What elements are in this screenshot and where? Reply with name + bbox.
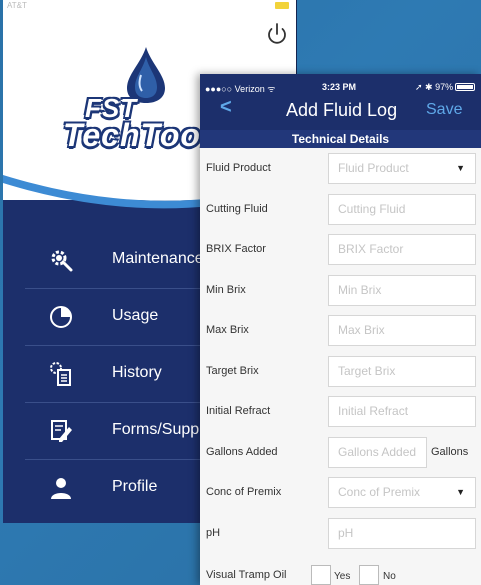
form-row-min-brix: Min Brix Min Brix [200, 272, 481, 313]
status-time: 3:23 PM [322, 82, 357, 92]
form-pencil-icon [51, 420, 72, 442]
conc-premix-select[interactable]: Conc of Premix ▼ [328, 477, 476, 508]
gallons-added-input[interactable]: Gallons Added [328, 436, 427, 468]
status-indicators: ➚ ✱ 97% [415, 82, 454, 92]
form-row-cutting-fluid: Cutting Fluid Cutting Fluid [200, 191, 481, 232]
tramp-oil-no-checkbox[interactable] [359, 565, 379, 585]
menu-label-history: History [112, 364, 162, 381]
back-status-carrier: AT&T [7, 1, 27, 10]
menu-label-usage: Usage [112, 307, 159, 324]
field-label: Initial Refract [206, 405, 271, 417]
add-fluid-log-screen: ●●●○○ Verizon ᯤ 3:23 PM ➚ ✱ 97% < Add Fl… [200, 74, 481, 585]
field-label: Max Brix [206, 324, 249, 336]
logo-text-bottom: TechTool [63, 117, 211, 153]
initial-refract-input[interactable]: Initial Refract [328, 396, 476, 427]
dropdown-caret-icon: ▼ [456, 163, 465, 173]
form-row-brix-factor: BRIX Factor BRIX Factor [200, 231, 481, 272]
field-label: BRIX Factor [206, 243, 266, 255]
field-label: pH [206, 526, 221, 539]
person-icon [51, 478, 71, 499]
field-label: Fluid Product [206, 162, 271, 174]
status-bar: ●●●○○ Verizon ᯤ 3:23 PM ➚ ✱ 97% [200, 82, 481, 94]
field-label: Target Brix [206, 364, 259, 377]
form-row-initial-refract: Initial Refract Initial Refract [200, 393, 481, 434]
field-label: Min Brix [206, 283, 246, 296]
battery-icon [455, 83, 475, 91]
field-label: Cutting Fluid [206, 202, 268, 215]
menu-label-maintenance: Maintenance [112, 250, 204, 267]
target-brix-input[interactable]: Target Brix [328, 355, 476, 387]
form-row-gallons-added: Gallons Added Gallons Added Gallons [200, 434, 481, 475]
ph-input[interactable]: pH [328, 517, 476, 549]
field-label: Gallons Added [206, 445, 278, 458]
gallons-unit-label: Gallons [431, 445, 469, 458]
dropdown-caret-icon: ▼ [456, 487, 465, 497]
yes-label: Yes [334, 571, 351, 582]
brix-factor-input[interactable]: BRIX Factor [328, 234, 476, 265]
form-row-tramp-oil: Visual Tramp Oil Yes No [200, 555, 481, 585]
form-row-max-brix: Max Brix Max Brix [200, 312, 481, 353]
form-row-fluid-product: Fluid Product Fluid Product ▼ [200, 150, 481, 191]
gear-document-icon [50, 362, 71, 386]
menu-label-profile: Profile [112, 478, 158, 495]
select-placeholder: Conc of Premix [338, 485, 421, 499]
select-placeholder: Fluid Product [338, 161, 409, 175]
save-button[interactable]: Save [426, 101, 462, 119]
fluid-product-select[interactable]: Fluid Product ▼ [328, 153, 476, 184]
max-brix-input[interactable]: Max Brix [328, 315, 476, 346]
menu-label-forms: Forms/Supp [112, 421, 200, 438]
page-title: Add Fluid Log [286, 100, 398, 120]
field-label: Visual Tramp Oil [206, 569, 287, 581]
gear-wrench-icon [51, 250, 73, 272]
no-label: No [383, 571, 396, 582]
form-row-target-brix: Target Brix Target Brix [200, 353, 481, 394]
fluid-log-form: Fluid Product Fluid Product ▼ Cutting Fl… [200, 150, 481, 585]
status-carrier: ●●●○○ Verizon ᯤ [205, 84, 276, 94]
field-label: Conc of Premix [206, 486, 282, 498]
battery-level [457, 85, 473, 89]
back-button[interactable]: < [220, 96, 232, 119]
min-brix-input[interactable]: Min Brix [328, 274, 476, 306]
section-header: Technical Details [200, 130, 481, 148]
form-row-conc-premix: Conc of Premix Conc of Premix ▼ [200, 474, 481, 515]
nav-header: ●●●○○ Verizon ᯤ 3:23 PM ➚ ✱ 97% < Add Fl… [200, 74, 481, 130]
form-row-ph: pH pH [200, 515, 481, 556]
back-status-bar: AT&T [3, 0, 296, 12]
battery-icon [275, 2, 289, 9]
tramp-oil-yes-checkbox[interactable] [311, 565, 331, 585]
pie-chart-icon [50, 306, 72, 328]
cutting-fluid-input[interactable]: Cutting Fluid [328, 193, 476, 225]
